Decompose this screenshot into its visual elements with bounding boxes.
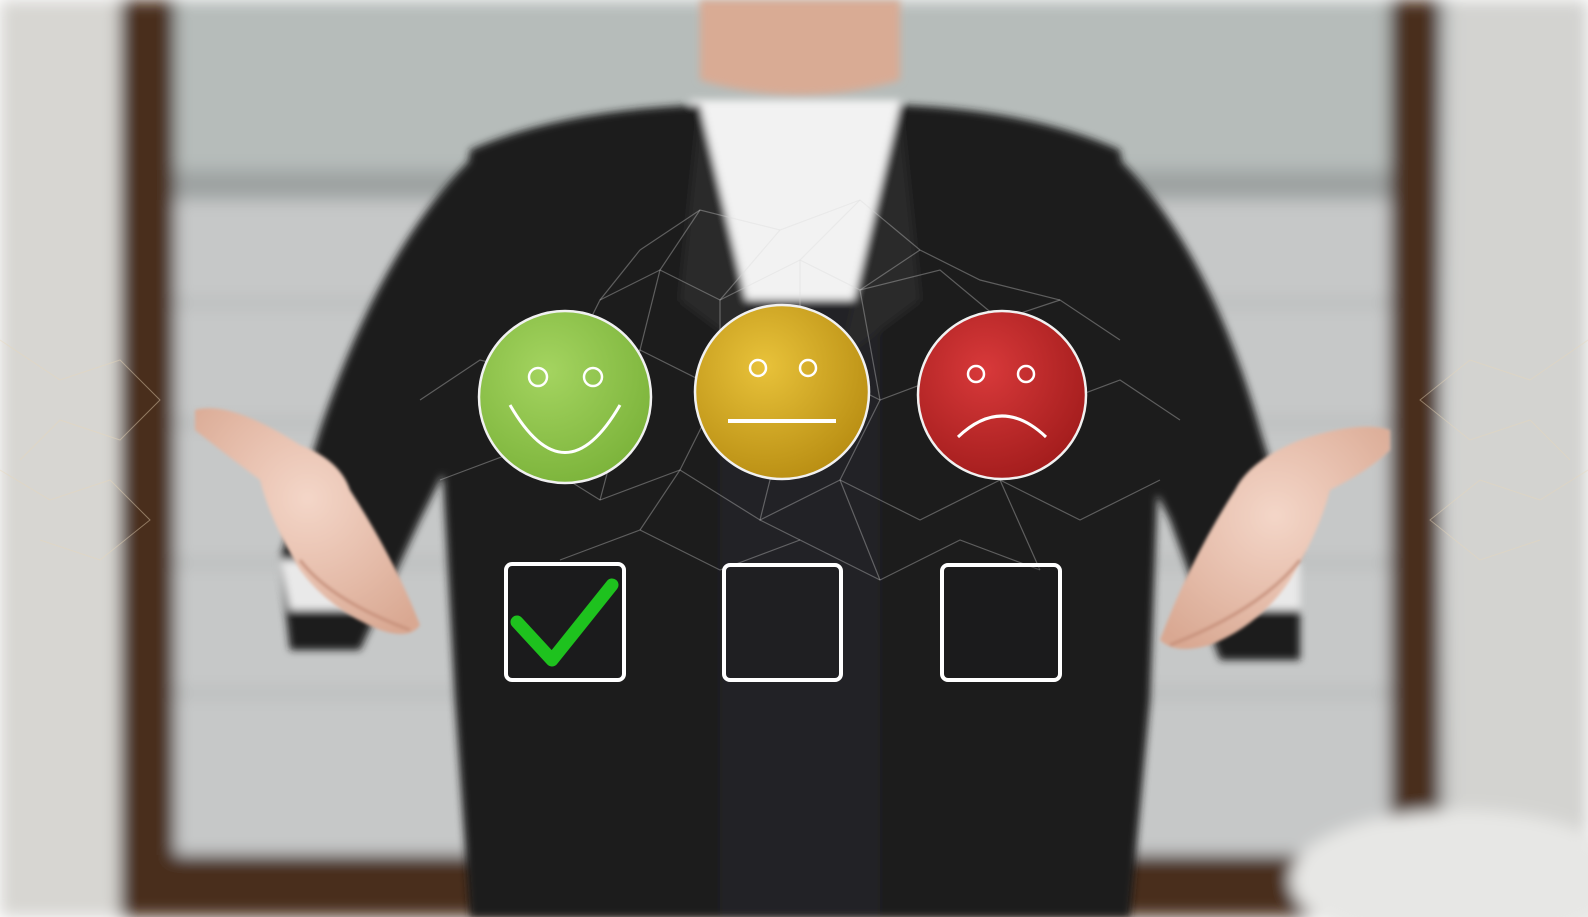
neutral-face-icon bbox=[693, 303, 871, 481]
checkbox-happy[interactable] bbox=[504, 562, 626, 682]
checkbox-neutral[interactable] bbox=[722, 563, 843, 682]
rating-photo bbox=[0, 0, 1588, 917]
sad-face-icon bbox=[916, 309, 1088, 481]
checkbox-sad[interactable] bbox=[940, 563, 1062, 682]
happy-face-icon bbox=[477, 309, 653, 485]
